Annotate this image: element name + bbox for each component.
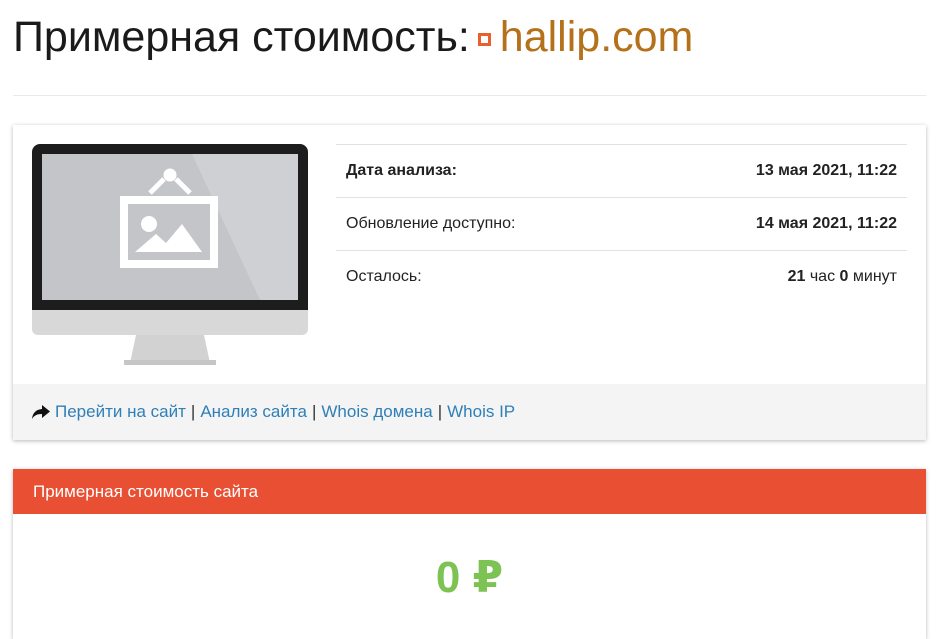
share-arrow-icon (32, 405, 50, 419)
page-title: Примерная стоимость: hallip.com (13, 8, 693, 66)
link-separator: | (311, 402, 317, 421)
monitor-screenshot-icon (32, 144, 308, 365)
update-available-label: Обновление доступно: (336, 197, 645, 251)
title-divider (13, 95, 926, 96)
remaining-minutes-unit: минут (852, 268, 897, 285)
title-prefix: Примерная стоимость: (13, 13, 470, 61)
remaining-hours: 21 (787, 268, 806, 285)
remaining-hours-unit: час (809, 268, 836, 285)
table-row: Обновление доступно: 14 мая 2021, 11:22 (336, 197, 907, 251)
remaining-label: Осталось: (336, 250, 645, 303)
favicon-icon (477, 33, 491, 46)
site-cost-value: 0 ₽ (435, 553, 504, 602)
site-links-bar: Перейти на сайт | Анализ сайта | Whois д… (13, 384, 926, 440)
whois-domain-link[interactable]: Whois домена (321, 402, 432, 422)
remaining-value: 21 час 0 минут (644, 250, 907, 303)
site-analysis-link[interactable]: Анализ сайта (200, 402, 307, 422)
site-cost-panel: Примерная стоимость сайта 0 ₽ (13, 469, 926, 639)
domain-link[interactable]: hallip.com (500, 13, 694, 61)
link-separator: | (437, 402, 443, 421)
update-available-value: 14 мая 2021, 11:22 (644, 197, 907, 251)
analysis-panel: Дата анализа: 13 мая 2021, 11:22 Обновле… (13, 125, 926, 440)
site-cost-header: Примерная стоимость сайта (13, 469, 926, 514)
whois-ip-link[interactable]: Whois IP (447, 402, 515, 422)
table-row: Дата анализа: 13 мая 2021, 11:22 (336, 144, 907, 198)
table-row: Осталось: 21 час 0 минут (336, 250, 907, 303)
remaining-minutes: 0 (839, 268, 849, 285)
analysis-date-value: 13 мая 2021, 11:22 (644, 144, 907, 198)
analysis-date-label: Дата анализа: (336, 144, 645, 198)
link-separator: | (190, 402, 196, 421)
analysis-info-table: Дата анализа: 13 мая 2021, 11:22 Обновле… (336, 144, 907, 303)
visit-site-link[interactable]: Перейти на сайт (55, 402, 186, 422)
